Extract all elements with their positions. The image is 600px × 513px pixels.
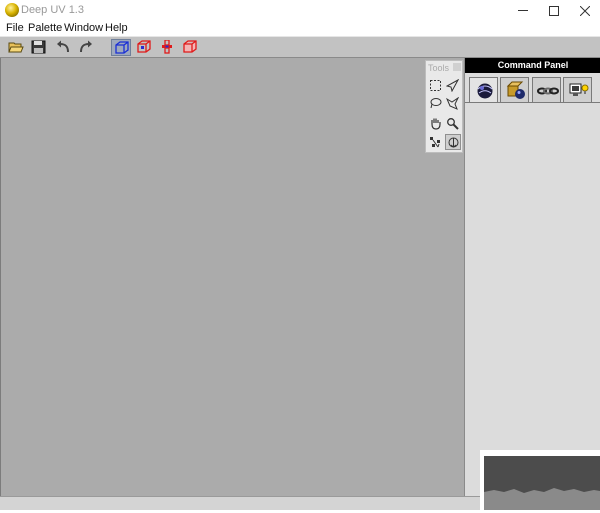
cube-view-red-2-icon xyxy=(162,40,172,54)
cube-view-blue-button[interactable] xyxy=(111,39,131,56)
rect-select-icon xyxy=(430,80,441,91)
status-bar xyxy=(0,496,480,510)
menu-bar: File Palette Window Help xyxy=(0,21,600,36)
open-icon xyxy=(8,42,24,53)
tools-title: Tools xyxy=(428,63,450,73)
open-button[interactable] xyxy=(6,39,26,56)
tools-palette: Tools xyxy=(425,60,463,153)
tab-chain[interactable] xyxy=(532,77,561,102)
rotate-icon xyxy=(448,137,459,148)
display-light-tab-icon xyxy=(569,83,589,96)
cube-view-red-3-button[interactable] xyxy=(180,39,200,56)
chain-tab-icon xyxy=(537,87,559,95)
command-panel-title: Command Panel xyxy=(465,58,600,73)
maximize-button[interactable] xyxy=(538,0,570,21)
lasso-icon xyxy=(430,98,442,109)
menu-palette[interactable]: Palette xyxy=(28,22,62,34)
redo-button[interactable] xyxy=(76,39,96,56)
menu-help[interactable]: Help xyxy=(105,22,128,34)
close-icon xyxy=(579,5,591,17)
preview-thumbnail xyxy=(480,450,600,510)
title-bar: Deep UV 1.3 xyxy=(0,0,600,21)
polygon-select-tool[interactable] xyxy=(445,78,461,94)
freeform-select-icon xyxy=(446,97,459,110)
objects-tab-icon xyxy=(506,81,525,99)
cube-view-red-2-button[interactable] xyxy=(157,39,177,56)
app-logo-icon xyxy=(5,3,19,17)
cube-view-red-1-button[interactable] xyxy=(134,39,154,56)
uv-viewport[interactable] xyxy=(0,58,464,496)
preview-landscape xyxy=(484,488,600,510)
menu-file[interactable]: File xyxy=(6,22,24,34)
zoom-tool[interactable] xyxy=(445,116,461,132)
save-icon xyxy=(31,40,46,54)
tools-palette-close[interactable] xyxy=(453,63,461,71)
polygon-select-icon xyxy=(446,79,459,92)
command-panel: Command Panel xyxy=(464,58,600,496)
lasso-tool[interactable] xyxy=(428,96,444,112)
minimize-button[interactable] xyxy=(507,0,539,21)
hand-pan-icon xyxy=(431,118,441,130)
toolbar xyxy=(0,36,600,58)
rotate-tool[interactable] xyxy=(445,134,461,150)
move-points-tool[interactable] xyxy=(428,135,444,151)
zoom-magnifier-icon xyxy=(447,118,459,130)
tab-separator xyxy=(465,102,600,103)
tab-display-light[interactable] xyxy=(563,77,592,102)
redo-icon xyxy=(80,40,92,53)
undo-icon xyxy=(57,40,69,53)
move-points-icon xyxy=(430,137,440,148)
hand-pan-tool[interactable] xyxy=(428,116,444,132)
uv-sphere-tab-icon xyxy=(477,83,493,99)
freeform-select-tool[interactable] xyxy=(445,96,461,112)
rect-select-tool[interactable] xyxy=(428,78,444,94)
preview-image xyxy=(484,456,600,510)
save-button[interactable] xyxy=(29,39,49,56)
tab-uv-sphere[interactable] xyxy=(469,77,498,102)
close-button[interactable] xyxy=(569,0,600,21)
cube-view-blue-icon xyxy=(115,41,129,54)
cube-view-red-3-icon xyxy=(183,40,197,53)
undo-button[interactable] xyxy=(53,39,73,56)
menu-window[interactable]: Window xyxy=(64,22,103,34)
cube-view-red-1-icon xyxy=(137,40,151,53)
tab-objects[interactable] xyxy=(500,77,529,102)
window-title: Deep UV 1.3 xyxy=(21,4,84,16)
maximize-icon xyxy=(549,5,559,16)
minimize-icon xyxy=(518,10,528,12)
